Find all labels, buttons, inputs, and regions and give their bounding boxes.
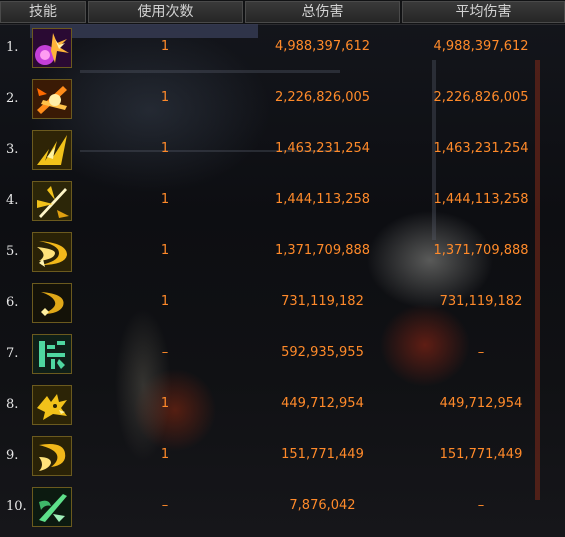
table-row[interactable]: 9. 1 151,771,449 151,771,449: [0, 433, 565, 484]
rank-label: 4.: [6, 193, 19, 208]
table-row[interactable]: 10. – 7,876,042 –: [0, 484, 565, 535]
average-damage: 1,463,231,254: [433, 141, 529, 156]
rank-label: 5.: [6, 244, 19, 259]
rank-label: 9.: [6, 448, 19, 463]
total-damage: 449,712,954: [281, 396, 364, 411]
total-damage: 7,876,042: [289, 498, 356, 513]
average-damage: 151,771,449: [439, 447, 523, 462]
rank-label: 8.: [6, 397, 19, 412]
sword-flash-skill-icon: [32, 181, 72, 221]
swirl-claw-skill-icon: [32, 436, 72, 476]
average-damage: 1,371,709,888: [433, 243, 529, 258]
rank-label: 10.: [6, 499, 27, 514]
total-damage: 4,988,397,612: [274, 39, 371, 54]
uses-count: 1: [160, 90, 170, 105]
total-damage: 1,444,113,258: [274, 192, 371, 207]
purple-burst-skill-icon: [32, 28, 72, 68]
table-row[interactable]: 4. 1 1,444,113,258 1,444,113,258: [0, 178, 565, 229]
rank-label: 1.: [6, 40, 19, 55]
uses-count: 1: [160, 243, 170, 258]
table-header: 技能 使用次数 总伤害 平均伤害: [0, 0, 565, 25]
table-row[interactable]: 8. 1 449,712,954 449,712,954: [0, 382, 565, 433]
dragon-head-skill-icon: [32, 385, 72, 425]
green-blade-skill-icon: [32, 487, 72, 527]
average-damage: –: [477, 345, 485, 360]
table-row[interactable]: 6. 1 731,119,182 731,119,182: [0, 280, 565, 331]
average-damage: 731,119,182: [439, 294, 523, 309]
gold-spark-skill-icon: [32, 130, 72, 170]
total-damage: 2,226,826,005: [274, 90, 371, 105]
header-total-damage[interactable]: 总伤害: [245, 1, 400, 23]
header-skill[interactable]: 技能: [0, 1, 86, 23]
average-damage: 2,226,826,005: [433, 90, 529, 105]
crescent-spark-skill-icon: [32, 283, 72, 323]
table-row[interactable]: 7. – 592,935,955 –: [0, 331, 565, 382]
total-damage: 731,119,182: [281, 294, 364, 309]
table-row[interactable]: 1. 1 4,988,397,612 4,988,397,612: [0, 25, 565, 76]
rank-label: 3.: [6, 142, 19, 157]
crescent-wave-skill-icon: [32, 232, 72, 272]
rank-label: 7.: [6, 346, 19, 361]
uses-count: 1: [160, 447, 170, 462]
orange-slash-burst-skill-icon: [32, 79, 72, 119]
table-row[interactable]: 5. 1 1,371,709,888 1,371,709,888: [0, 229, 565, 280]
uses-count: 1: [160, 396, 170, 411]
uses-count: –: [161, 345, 169, 360]
total-damage: 151,771,449: [281, 447, 364, 462]
table-row[interactable]: 3. 1 1,463,231,254 1,463,231,254: [0, 127, 565, 178]
table-row[interactable]: 2. 1 2,226,826,005 2,226,826,005: [0, 76, 565, 127]
average-damage: 1,444,113,258: [433, 192, 529, 207]
uses-count: 1: [160, 192, 170, 207]
total-damage: 1,463,231,254: [274, 141, 371, 156]
rank-label: 2.: [6, 91, 19, 106]
uses-count: 1: [160, 141, 170, 156]
average-damage: –: [477, 498, 485, 513]
header-uses[interactable]: 使用次数: [88, 1, 243, 23]
uses-count: –: [161, 498, 169, 513]
total-damage: 592,935,955: [281, 345, 364, 360]
header-average-damage[interactable]: 平均伤害: [402, 1, 565, 23]
green-glyph-skill-icon: [32, 334, 72, 374]
average-damage: 449,712,954: [439, 396, 523, 411]
total-damage: 1,371,709,888: [274, 243, 371, 258]
average-damage: 4,988,397,612: [433, 39, 529, 54]
uses-count: 1: [160, 39, 170, 54]
rank-label: 6.: [6, 295, 19, 310]
uses-count: 1: [160, 294, 170, 309]
